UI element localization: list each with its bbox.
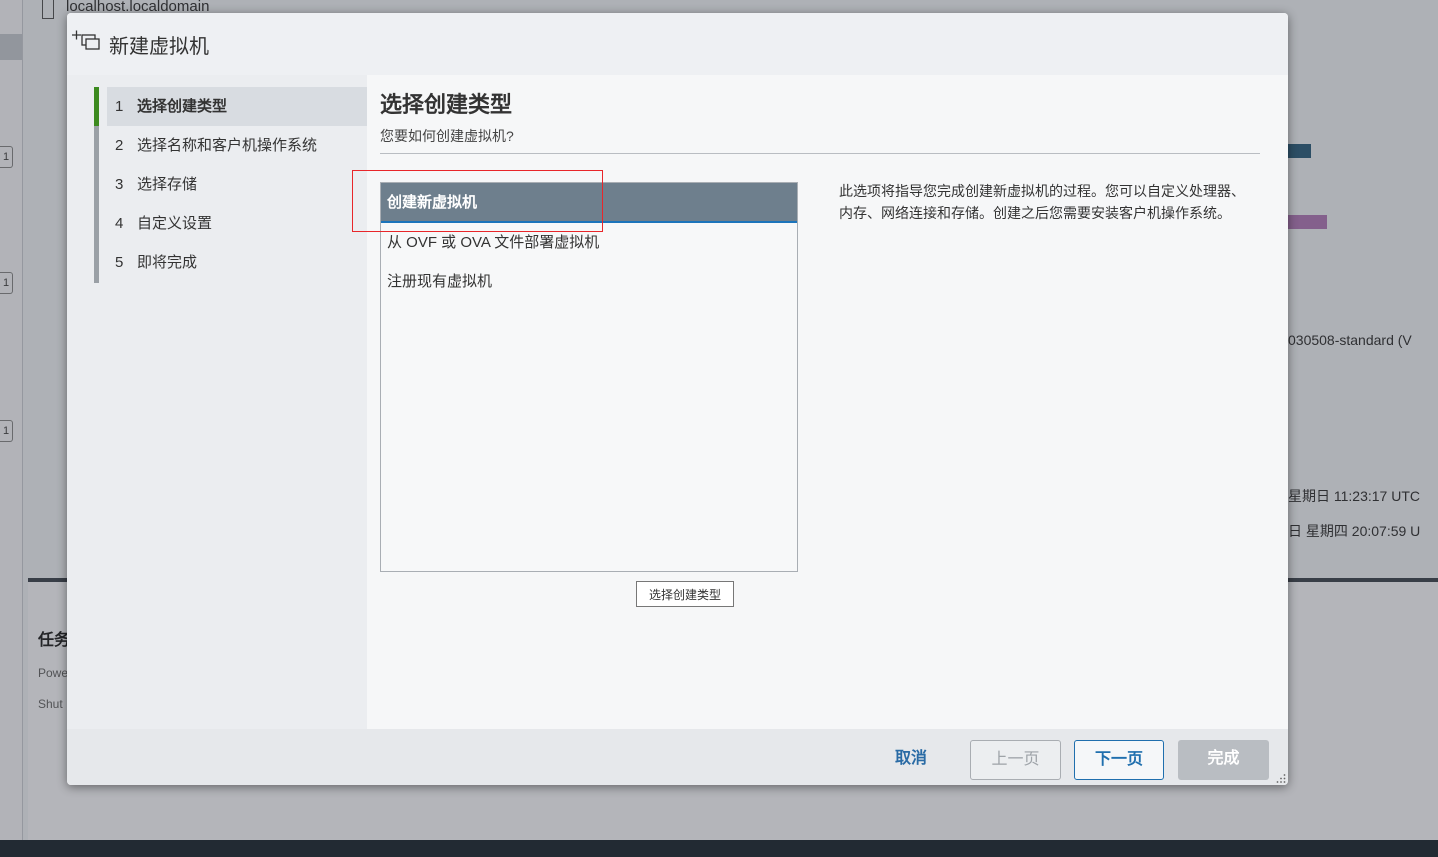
- resize-handle-icon[interactable]: [1276, 773, 1286, 783]
- wizard-steps: 1 选择创建类型 2 选择名称和客户机操作系统 3 选择存储 4 自定义设置 5 即将完成: [67, 75, 367, 729]
- dialog-header: 新建虚拟机: [67, 13, 1288, 75]
- highlight-annotation-box: [352, 170, 603, 232]
- creation-type-list[interactable]: 创建新虚拟机 从 OVF 或 OVA 文件部署虚拟机 注册现有虚拟机: [380, 182, 798, 572]
- step-select-storage[interactable]: 3 选择存储: [107, 165, 367, 204]
- page-subtitle: 您要如何创建虚拟机?: [380, 128, 514, 144]
- step-label: 选择存储: [137, 176, 198, 193]
- tooltip: 选择创建类型: [636, 581, 734, 607]
- step-label: 选择创建类型: [137, 98, 228, 115]
- active-step-indicator: [94, 87, 99, 126]
- dialog-title: 新建虚拟机: [109, 36, 209, 58]
- cancel-button[interactable]: 取消: [883, 740, 939, 780]
- step-label: 自定义设置: [137, 215, 213, 232]
- step-number: 2: [115, 137, 124, 154]
- step-number: 5: [115, 254, 124, 271]
- new-vm-icon: [72, 30, 100, 50]
- step-number: 3: [115, 176, 124, 193]
- step-customize-settings[interactable]: 4 自定义设置: [107, 204, 367, 243]
- step-ready-to-complete[interactable]: 5 即将完成: [107, 243, 367, 282]
- previous-button[interactable]: 上一页: [970, 740, 1061, 780]
- option-description: 此选项将指导您完成创建新虚拟机的过程。您可以自定义处理器、内存、网络连接和存储。…: [839, 183, 1245, 221]
- step-label: 即将完成: [137, 254, 198, 271]
- step-select-creation-type[interactable]: 1 选择创建类型: [107, 87, 367, 126]
- step-number: 4: [115, 215, 124, 232]
- step-select-name-os[interactable]: 2 选择名称和客户机操作系统: [107, 126, 367, 165]
- divider: [380, 153, 1260, 154]
- page-title: 选择创建类型: [380, 92, 513, 117]
- dialog-footer: 取消 上一页 下一页 完成: [67, 729, 1288, 785]
- finish-button[interactable]: 完成: [1178, 740, 1269, 780]
- option-register-existing-vm[interactable]: 注册现有虚拟机: [381, 262, 797, 301]
- step-number: 1: [115, 98, 124, 115]
- step-label: 选择名称和客户机操作系统: [137, 137, 318, 154]
- next-button[interactable]: 下一页: [1074, 740, 1164, 780]
- new-vm-wizard-dialog: 新建虚拟机 1 选择创建类型 2 选择名称和客户机操作系统 3 选择存储 4 自定义设置…: [67, 13, 1288, 785]
